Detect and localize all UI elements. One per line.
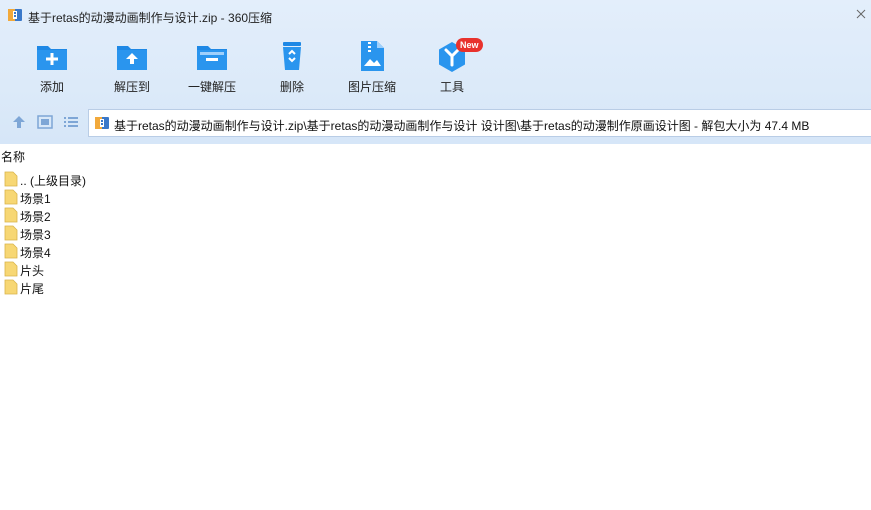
- add-label: 添加: [39, 80, 64, 94]
- extract-to-icon: [117, 46, 147, 70]
- list-item-name: 片尾: [20, 282, 45, 296]
- folder-icon: [4, 171, 18, 187]
- up-arrow-icon[interactable]: [10, 113, 28, 131]
- image-compress-icon: [361, 41, 384, 71]
- folder-icon: [4, 189, 18, 205]
- window-title: 基于retas的动漫动画制作与设计.zip - 360压缩: [28, 11, 273, 25]
- list-item-name: 场景2: [20, 210, 51, 224]
- window-close-icon[interactable]: [851, 0, 871, 28]
- address-path: 基于retas的动漫动画制作与设计.zip\基于retas的动漫动画制作与设计 …: [114, 119, 810, 133]
- delete-button[interactable]: 删除: [252, 38, 332, 98]
- extract-to-button[interactable]: 解压到: [92, 38, 172, 98]
- image-compress-button[interactable]: 图片压缩: [332, 38, 412, 98]
- list-item-parent[interactable]: .. (上级目录): [0, 170, 871, 188]
- tools-label: 工具: [439, 80, 464, 94]
- list-item[interactable]: 片尾: [0, 278, 871, 296]
- list-item-name: 场景3: [20, 228, 51, 242]
- window-chrome: 基于retas的动漫动画制作与设计.zip - 360压缩 添加 解压到 一键解…: [0, 0, 871, 144]
- tools-button[interactable]: New 工具: [412, 38, 492, 98]
- toolbar: 添加 解压到 一键解压 删除 图片压缩 New 工具: [0, 30, 871, 102]
- file-rows: .. (上级目录) 场景1 场景2 场景3 场景4 片头 片尾: [0, 170, 871, 296]
- navigation-bar: 基于retas的动漫动画制作与设计.zip\基于retas的动漫动画制作与设计 …: [0, 104, 871, 140]
- extract-to-label: 解压到: [113, 80, 150, 94]
- folder-icon: [4, 207, 18, 223]
- folder-icon: [4, 261, 18, 277]
- list-item[interactable]: 场景1: [0, 188, 871, 206]
- list-item-name: 片头: [20, 264, 45, 278]
- one-click-extract-button[interactable]: 一键解压: [172, 38, 252, 98]
- new-badge: New: [456, 38, 483, 52]
- address-bar[interactable]: 基于retas的动漫动画制作与设计.zip\基于retas的动漫动画制作与设计 …: [88, 109, 871, 137]
- list-item-name: .. (上级目录): [20, 174, 86, 188]
- file-list: 名称 .. (上级目录) 场景1 场景2 场景3 场景4 片头 片尾: [0, 144, 871, 510]
- column-header-name[interactable]: 名称: [0, 148, 871, 164]
- recycle-bin-icon: [283, 42, 301, 70]
- list-item[interactable]: 场景2: [0, 206, 871, 224]
- list-item[interactable]: 片头: [0, 260, 871, 278]
- image-compress-label: 图片压缩: [347, 80, 396, 94]
- folder-icon: [4, 243, 18, 259]
- archive-file-icon: [95, 117, 109, 129]
- list-item-name: 场景4: [20, 246, 51, 260]
- one-click-extract-label: 一键解压: [187, 80, 236, 94]
- delete-label: 删除: [279, 80, 304, 94]
- list-item[interactable]: 场景3: [0, 224, 871, 242]
- folder-icon: [4, 225, 18, 241]
- list-view-icon[interactable]: [62, 113, 80, 131]
- thumbnail-view-icon[interactable]: [36, 113, 54, 131]
- one-click-extract-icon: [197, 46, 227, 70]
- title-bar: 基于retas的动漫动画制作与设计.zip - 360压缩: [0, 0, 871, 30]
- folder-icon: [4, 279, 18, 295]
- list-item[interactable]: 场景4: [0, 242, 871, 260]
- add-folder-icon: [37, 46, 67, 70]
- archive-app-icon: [8, 9, 22, 21]
- list-item-name: 场景1: [20, 192, 51, 206]
- add-button[interactable]: 添加: [12, 38, 92, 98]
